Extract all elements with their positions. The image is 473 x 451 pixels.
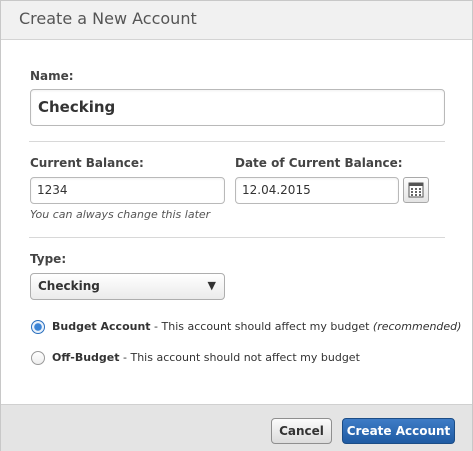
- off-budget-radio[interactable]: [31, 351, 45, 365]
- calendar-icon: [408, 182, 424, 198]
- off-budget-name: Off-Budget: [52, 351, 120, 364]
- dialog-title: Create a New Account: [19, 9, 197, 28]
- budget-account-radio[interactable]: [31, 320, 45, 334]
- off-budget-desc: - This account should not affect my budg…: [119, 351, 360, 364]
- dialog-footer: Cancel Create Account: [1, 404, 472, 451]
- current-balance-value: 1234: [37, 183, 68, 197]
- name-input[interactable]: Checking: [30, 89, 445, 126]
- create-account-dialog: Create a New Account Name: Checking Curr…: [0, 0, 473, 451]
- current-balance-label: Current Balance:: [30, 156, 144, 170]
- recommended-note: (recommended): [372, 320, 462, 333]
- cancel-button[interactable]: Cancel: [271, 418, 332, 444]
- dialog-header: Create a New Account: [1, 1, 472, 40]
- section-divider: [29, 237, 445, 238]
- account-type-value: Checking: [38, 279, 100, 293]
- name-input-value: Checking: [38, 98, 116, 116]
- budget-account-name: Budget Account: [52, 320, 151, 333]
- balance-date-input[interactable]: 12.04.2015: [235, 177, 399, 204]
- dropdown-arrow-icon: ▼: [207, 279, 216, 292]
- section-divider: [29, 141, 445, 142]
- balance-date-label: Date of Current Balance:: [235, 156, 403, 170]
- account-type-select[interactable]: Checking ▼: [30, 273, 225, 300]
- type-label: Type:: [30, 252, 67, 266]
- balance-hint: You can always change this later: [30, 208, 211, 221]
- balance-date-value: 12.04.2015: [242, 183, 311, 197]
- create-account-button[interactable]: Create Account: [342, 418, 455, 444]
- name-label: Name:: [30, 69, 74, 83]
- current-balance-input[interactable]: 1234: [30, 177, 225, 204]
- calendar-button[interactable]: [403, 177, 429, 203]
- budget-account-desc: - This account should affect my budget: [150, 320, 373, 333]
